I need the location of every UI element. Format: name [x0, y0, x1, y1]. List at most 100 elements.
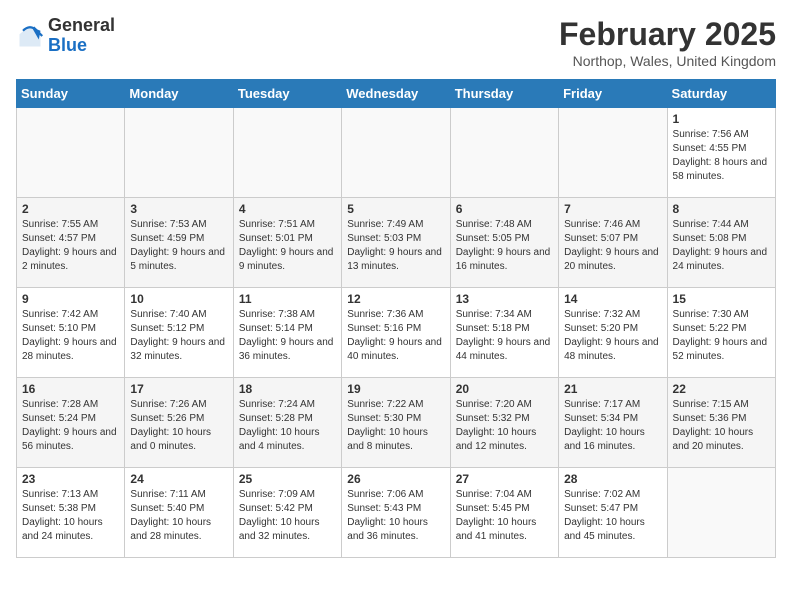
calendar-cell: 26Sunrise: 7:06 AM Sunset: 5:43 PM Dayli…: [342, 468, 450, 558]
calendar-cell: [17, 108, 125, 198]
day-info: Sunrise: 7:17 AM Sunset: 5:34 PM Dayligh…: [564, 398, 661, 454]
calendar-cell: 27 Sunrise: 7:04 AM Sunset: 5:45 PM Dayli…: [450, 468, 558, 558]
header-tuesday: Tuesday: [233, 80, 341, 108]
calendar-subtitle: Northop, Wales, United Kingdom: [559, 53, 776, 69]
calendar-cell: 24 Sunrise: 7:11 AM Sunset: 5:40 PM Dayli…: [125, 468, 233, 558]
day-number: 20: [456, 382, 553, 396]
calendar-cell: 12 Sunrise: 7:36 AM Sunset: 5:16 PM Dayli…: [342, 288, 450, 378]
day-info: Sunrise: 7:09 AM Sunset: 5:42 PM Dayligh…: [239, 488, 336, 544]
calendar-table: SundayMondayTuesdayWednesdayThursdayFrid…: [16, 79, 776, 558]
day-number: 12: [347, 292, 444, 306]
day-number: 16: [22, 382, 119, 396]
logo-icon: [16, 22, 44, 50]
header-wednesday: Wednesday: [342, 80, 450, 108]
day-number: 4: [239, 202, 336, 216]
logo-general: General: [48, 15, 115, 35]
day-info: Sunrise: 7:51 AM Sunset: 5:01 PM Dayligh…: [239, 218, 336, 274]
title-area: February 2025 Northop, Wales, United Kin…: [559, 16, 776, 69]
day-number: 26: [347, 472, 444, 486]
day-info: Sunrise: 7:26 AM Sunset: 5:26 PM Dayligh…: [130, 398, 227, 454]
logo-text: General Blue: [48, 16, 115, 56]
calendar-week-row: 23Sunrise: 7:13 AM Sunset: 5:38 PM Dayli…: [17, 468, 776, 558]
calendar-cell: 28Sunrise: 7:02 AM Sunset: 5:47 PM Dayli…: [559, 468, 667, 558]
day-number: 1: [673, 112, 770, 126]
calendar-cell: 21 Sunrise: 7:17 AM Sunset: 5:34 PM Dayli…: [559, 378, 667, 468]
day-number: 10: [130, 292, 227, 306]
day-info: Sunrise: 7:22 AM Sunset: 5:30 PM Dayligh…: [347, 398, 444, 454]
day-info: Sunrise: 7:40 AM Sunset: 5:12 PM Dayligh…: [130, 308, 227, 364]
calendar-cell: [233, 108, 341, 198]
calendar-cell: 18 Sunrise: 7:24 AM Sunset: 5:28 PM Dayli…: [233, 378, 341, 468]
calendar-cell: 1 Sunrise: 7:56 AM Sunset: 4:55 PM Daylig…: [667, 108, 775, 198]
day-info: Sunrise: 7:46 AM Sunset: 5:07 PM Dayligh…: [564, 218, 661, 274]
calendar-cell: [342, 108, 450, 198]
header-sunday: Sunday: [17, 80, 125, 108]
day-info: Sunrise: 7:49 AM Sunset: 5:03 PM Dayligh…: [347, 218, 444, 274]
calendar-cell: 19 Sunrise: 7:22 AM Sunset: 5:30 PM Dayli…: [342, 378, 450, 468]
day-number: 17: [130, 382, 227, 396]
day-number: 8: [673, 202, 770, 216]
logo-blue: Blue: [48, 35, 87, 55]
calendar-cell: 11Sunrise: 7:38 AM Sunset: 5:14 PM Dayli…: [233, 288, 341, 378]
calendar-cell: 3Sunrise: 7:53 AM Sunset: 4:59 PM Daylig…: [125, 198, 233, 288]
day-info: Sunrise: 7:34 AM Sunset: 5:18 PM Dayligh…: [456, 308, 553, 364]
day-info: Sunrise: 7:32 AM Sunset: 5:20 PM Dayligh…: [564, 308, 661, 364]
day-number: 2: [22, 202, 119, 216]
calendar-title: February 2025: [559, 16, 776, 53]
day-number: 11: [239, 292, 336, 306]
calendar-cell: 9 Sunrise: 7:42 AM Sunset: 5:10 PM Daylig…: [17, 288, 125, 378]
calendar-cell: 13 Sunrise: 7:34 AM Sunset: 5:18 PM Dayli…: [450, 288, 558, 378]
day-number: 6: [456, 202, 553, 216]
calendar-cell: 7Sunrise: 7:46 AM Sunset: 5:07 PM Daylig…: [559, 198, 667, 288]
logo: General Blue: [16, 16, 115, 56]
calendar-cell: [559, 108, 667, 198]
calendar-week-row: 16 Sunrise: 7:28 AM Sunset: 5:24 PM Dayli…: [17, 378, 776, 468]
calendar-cell: [125, 108, 233, 198]
day-info: Sunrise: 7:30 AM Sunset: 5:22 PM Dayligh…: [673, 308, 770, 364]
day-number: 9: [22, 292, 119, 306]
day-info: Sunrise: 7:36 AM Sunset: 5:16 PM Dayligh…: [347, 308, 444, 364]
calendar-cell: 6 Sunrise: 7:48 AM Sunset: 5:05 PM Daylig…: [450, 198, 558, 288]
day-info: Sunrise: 7:55 AM Sunset: 4:57 PM Dayligh…: [22, 218, 119, 274]
calendar-week-row: 9 Sunrise: 7:42 AM Sunset: 5:10 PM Daylig…: [17, 288, 776, 378]
calendar-week-row: 2 Sunrise: 7:55 AM Sunset: 4:57 PM Daylig…: [17, 198, 776, 288]
day-number: 13: [456, 292, 553, 306]
day-info: Sunrise: 7:20 AM Sunset: 5:32 PM Dayligh…: [456, 398, 553, 454]
day-info: Sunrise: 7:11 AM Sunset: 5:40 PM Dayligh…: [130, 488, 227, 544]
calendar-cell: 25 Sunrise: 7:09 AM Sunset: 5:42 PM Dayli…: [233, 468, 341, 558]
calendar-cell: 16 Sunrise: 7:28 AM Sunset: 5:24 PM Dayli…: [17, 378, 125, 468]
day-info: Sunrise: 7:13 AM Sunset: 5:38 PM Dayligh…: [22, 488, 119, 544]
day-number: 25: [239, 472, 336, 486]
day-info: Sunrise: 7:42 AM Sunset: 5:10 PM Dayligh…: [22, 308, 119, 364]
day-number: 24: [130, 472, 227, 486]
day-number: 5: [347, 202, 444, 216]
calendar-cell: 5 Sunrise: 7:49 AM Sunset: 5:03 PM Daylig…: [342, 198, 450, 288]
day-number: 28: [564, 472, 661, 486]
day-info: Sunrise: 7:15 AM Sunset: 5:36 PM Dayligh…: [673, 398, 770, 454]
calendar-cell: 20 Sunrise: 7:20 AM Sunset: 5:32 PM Dayli…: [450, 378, 558, 468]
day-info: Sunrise: 7:24 AM Sunset: 5:28 PM Dayligh…: [239, 398, 336, 454]
calendar-cell: 15Sunrise: 7:30 AM Sunset: 5:22 PM Dayli…: [667, 288, 775, 378]
calendar-cell: 8Sunrise: 7:44 AM Sunset: 5:08 PM Daylig…: [667, 198, 775, 288]
calendar-cell: 2 Sunrise: 7:55 AM Sunset: 4:57 PM Daylig…: [17, 198, 125, 288]
calendar-cell: 14 Sunrise: 7:32 AM Sunset: 5:20 PM Dayli…: [559, 288, 667, 378]
header-saturday: Saturday: [667, 80, 775, 108]
day-number: 14: [564, 292, 661, 306]
calendar-header-row: SundayMondayTuesdayWednesdayThursdayFrid…: [17, 80, 776, 108]
calendar-cell: 22 Sunrise: 7:15 AM Sunset: 5:36 PM Dayli…: [667, 378, 775, 468]
header-monday: Monday: [125, 80, 233, 108]
calendar-week-row: 1 Sunrise: 7:56 AM Sunset: 4:55 PM Daylig…: [17, 108, 776, 198]
day-info: Sunrise: 7:56 AM Sunset: 4:55 PM Dayligh…: [673, 128, 770, 184]
calendar-cell: 17 Sunrise: 7:26 AM Sunset: 5:26 PM Dayli…: [125, 378, 233, 468]
day-info: Sunrise: 7:53 AM Sunset: 4:59 PM Dayligh…: [130, 218, 227, 274]
day-number: 21: [564, 382, 661, 396]
calendar-cell: 4 Sunrise: 7:51 AM Sunset: 5:01 PM Daylig…: [233, 198, 341, 288]
day-info: Sunrise: 7:04 AM Sunset: 5:45 PM Dayligh…: [456, 488, 553, 544]
day-number: 19: [347, 382, 444, 396]
day-number: 18: [239, 382, 336, 396]
day-number: 22: [673, 382, 770, 396]
day-info: Sunrise: 7:28 AM Sunset: 5:24 PM Dayligh…: [22, 398, 119, 454]
day-info: Sunrise: 7:48 AM Sunset: 5:05 PM Dayligh…: [456, 218, 553, 274]
day-number: 27: [456, 472, 553, 486]
calendar-cell: 23Sunrise: 7:13 AM Sunset: 5:38 PM Dayli…: [17, 468, 125, 558]
